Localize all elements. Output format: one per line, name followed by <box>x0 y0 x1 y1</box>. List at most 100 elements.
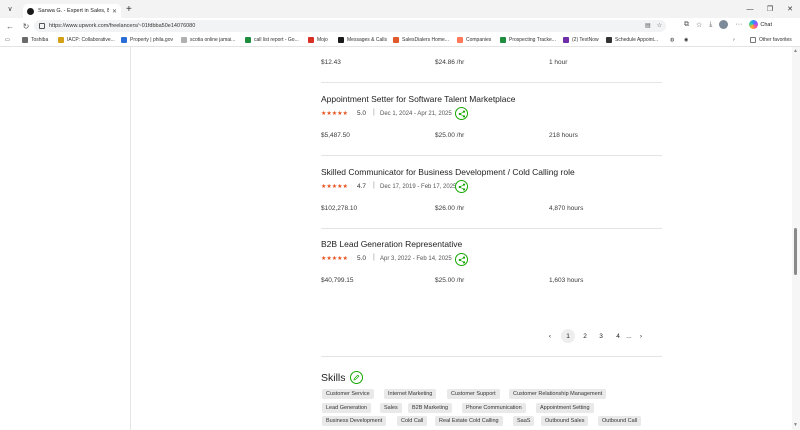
skill-chip[interactable]: Lead Generation <box>322 403 371 413</box>
skills-heading: Skills <box>321 372 346 384</box>
star-rating: ★★★★★ <box>321 111 348 117</box>
bookmark-favicon-icon <box>338 37 344 43</box>
bookmark-item[interactable]: call list report - Go... <box>245 37 299 43</box>
title-bar: ∨ Sanwa G. - Expert in Sales, Busine: ✕ … <box>0 0 800 19</box>
copilot-chat-button[interactable]: Chat <box>749 20 772 29</box>
prev-page-icon[interactable]: ‹ <box>543 329 557 343</box>
bookmark-favicon-icon <box>58 37 64 43</box>
skill-chip[interactable]: Outbound Sales <box>541 416 589 426</box>
browser-tab[interactable]: Sanwa G. - Expert in Sales, Busine: ✕ <box>23 3 121 19</box>
job-title[interactable]: Appointment Setter for Software Talent M… <box>321 94 516 104</box>
copilot-icon <box>749 20 759 29</box>
downloads-icon[interactable]: ⤓ <box>709 21 712 29</box>
page-button-current[interactable]: 1 <box>561 329 575 343</box>
folder-icon <box>22 37 28 43</box>
skill-chip[interactable]: Phone Communication <box>462 403 526 413</box>
bookmark-label: (2) TextNow <box>572 37 599 43</box>
job-title[interactable]: Skilled Communicator for Business Develo… <box>321 167 575 177</box>
bookmark-label: Messages & Calls <box>347 37 388 43</box>
share-icon[interactable] <box>455 253 468 266</box>
new-tab-icon[interactable]: + <box>126 4 132 15</box>
close-window-icon[interactable]: ✕ <box>780 0 800 18</box>
next-page-icon[interactable]: › <box>634 329 648 343</box>
page-scrollbar[interactable]: ▲ ▼ <box>792 47 800 430</box>
hours-worked: 4,870 hours <box>549 205 584 212</box>
bookmarks-menu-icon[interactable]: ▭ <box>5 37 10 43</box>
bookmark-item[interactable]: Property | phila.gov <box>121 37 173 43</box>
scroll-up-icon[interactable]: ▲ <box>793 48 798 54</box>
hourly-rate: $25.00 /hr <box>435 277 465 284</box>
upwork-favicon-icon <box>27 7 34 15</box>
page-button[interactable]: 2 <box>578 329 592 343</box>
skill-chip[interactable]: Appointment Setting <box>536 403 594 413</box>
bookmark-item[interactable]: scotia online jamai... <box>181 37 235 43</box>
bookmark-item[interactable]: Messages & Calls <box>338 37 387 43</box>
skill-chip[interactable]: Real Estate Cold Calling <box>435 416 503 426</box>
globe-icon[interactable]: ◍ <box>670 37 674 43</box>
minimize-icon[interactable]: — <box>740 0 760 18</box>
skill-chip[interactable]: Customer Relationship Management <box>509 389 607 399</box>
skill-chip[interactable]: Customer Support <box>447 389 500 399</box>
lock-icon[interactable] <box>39 23 45 29</box>
tab-actions-icon[interactable]: ∨ <box>3 2 17 16</box>
earned-amount: $102,278.10 <box>321 205 358 212</box>
back-icon[interactable]: ← <box>4 20 16 32</box>
divider <box>321 155 662 156</box>
other-favorites[interactable]: Other favorites <box>750 37 792 43</box>
rating-value: 5.0 <box>357 255 367 262</box>
page-button[interactable]: 3 <box>594 329 608 343</box>
hourly-rate: $25.00 /hr <box>435 132 465 139</box>
skill-chip[interactable]: SaaS <box>513 416 535 426</box>
skill-chip[interactable]: Sales <box>380 403 402 413</box>
skill-chip[interactable]: Outbound Call <box>598 416 642 426</box>
bookmark-item[interactable]: Prospecting Tracke... <box>500 37 556 43</box>
hours-worked: 1,603 hours <box>549 277 584 284</box>
skill-chip[interactable]: Business Development <box>322 416 387 426</box>
restore-icon[interactable]: ❐ <box>760 0 780 18</box>
bookmark-favicon-icon <box>121 37 127 43</box>
bookmark-favicon-icon <box>308 37 314 43</box>
chat-label: Chat <box>760 21 773 28</box>
extension-icon[interactable]: ◉ <box>684 37 688 43</box>
hours-worked: 218 hours <box>549 132 578 139</box>
divider <box>321 82 662 83</box>
bookmark-item[interactable]: (2) TextNow <box>563 37 599 43</box>
sidebar-divider <box>130 47 131 430</box>
bookmark-item[interactable]: SalesDialers Home... <box>393 37 449 43</box>
earned-amount: $5,487.50 <box>321 132 350 139</box>
bookmark-item[interactable]: IACP: Collaborative... <box>58 37 115 43</box>
job-title[interactable]: B2B Lead Generation Representative <box>321 239 462 249</box>
skill-chip[interactable]: Internet Marketing <box>384 389 437 399</box>
separator: | <box>373 182 375 189</box>
share-icon[interactable] <box>455 107 468 120</box>
scrollbar-thumb[interactable] <box>794 228 797 275</box>
edit-icon[interactable] <box>350 371 363 384</box>
bookmark-item[interactable]: Mojo <box>308 37 328 43</box>
favorite-star-icon[interactable]: ☆ <box>657 22 662 29</box>
share-icon[interactable] <box>455 180 468 193</box>
skill-chip[interactable]: B2B Marketing <box>408 403 453 413</box>
extensions-icon[interactable]: ⧉ <box>684 21 689 29</box>
url-field[interactable]: https://www.upwork.com/freelancers/~01fd… <box>34 20 666 32</box>
refresh-icon[interactable]: ↻ <box>20 20 32 32</box>
more-icon[interactable]: ··· <box>735 21 742 28</box>
skill-chip[interactable]: Cold Call <box>397 416 428 426</box>
hourly-rate: $26.00 /hr <box>435 205 465 212</box>
profile-avatar[interactable] <box>719 20 729 29</box>
bookmark-item[interactable]: Toshiba <box>22 37 48 43</box>
favorites-icon[interactable]: ☆ <box>696 21 702 29</box>
bookmark-favicon-icon <box>500 37 506 43</box>
skill-chip[interactable]: Customer Service <box>322 389 374 399</box>
reader-view-icon[interactable]: ▤ <box>645 22 651 29</box>
bookmark-favicon-icon <box>245 37 251 43</box>
bookmark-favicon-icon <box>457 37 463 43</box>
bookmark-item[interactable]: Schedule Appoint... <box>606 37 658 43</box>
scroll-down-icon[interactable]: ▼ <box>793 422 798 428</box>
bookmark-label: Companies <box>466 37 492 43</box>
close-tab-icon[interactable]: ✕ <box>112 8 117 15</box>
folder-icon <box>750 37 756 43</box>
bookmark-item[interactable]: Companies <box>457 37 491 43</box>
divider <box>321 228 662 229</box>
chevron-right-icon[interactable]: › <box>733 37 735 43</box>
rating-value: 5.0 <box>357 110 367 117</box>
